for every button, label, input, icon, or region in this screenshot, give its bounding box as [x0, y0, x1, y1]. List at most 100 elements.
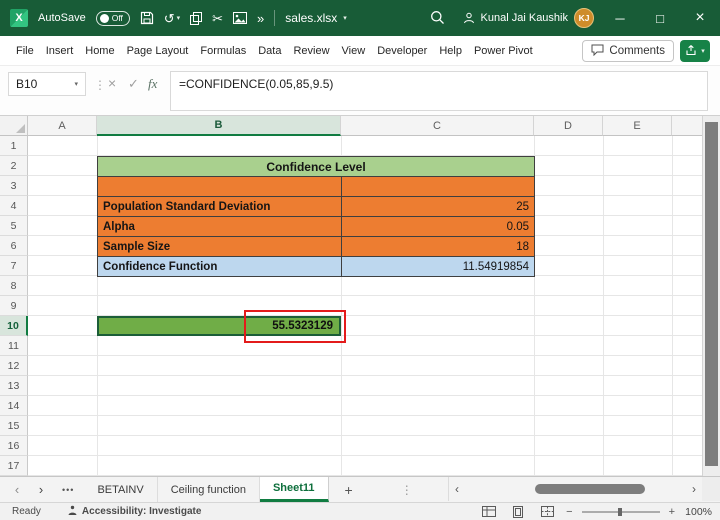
column-header-a[interactable]: A	[28, 116, 97, 136]
horizontal-scrollbar-thumb[interactable]	[535, 484, 645, 494]
ribbon-tab-developer[interactable]: Developer	[377, 45, 427, 57]
more-sheets-icon[interactable]: •••	[62, 485, 74, 495]
row-header-5[interactable]: 5	[0, 216, 28, 236]
column-header-d[interactable]: D	[534, 116, 603, 136]
row-header-1[interactable]: 1	[0, 136, 28, 156]
user-icon	[463, 12, 475, 24]
row-header-11[interactable]: 11	[0, 336, 28, 356]
copy-icon[interactable]	[190, 11, 203, 25]
normal-view-icon[interactable]	[479, 504, 499, 519]
chevron-down-icon: ▾	[701, 47, 705, 55]
name-box-separator[interactable]: ⋮	[94, 78, 106, 92]
sheet-tab-ceiling-function[interactable]: Ceiling function	[158, 477, 260, 502]
ribbon-tab-home[interactable]: Home	[85, 45, 114, 57]
row-value[interactable]: 0.05	[342, 217, 535, 237]
ribbon-tab-view[interactable]: View	[342, 45, 366, 57]
row-label[interactable]: Population Standard Deviation	[98, 197, 342, 217]
autosave-label: AutoSave	[38, 12, 86, 24]
sheet-tab-betainv[interactable]: BETAINV	[84, 477, 158, 502]
ribbon-tab-review[interactable]: Review	[293, 45, 329, 57]
row-header-4[interactable]: 4	[0, 196, 28, 216]
horizontal-scrollbar[interactable]: ‹ ›	[448, 477, 702, 501]
row-label[interactable]: Confidence Function	[98, 257, 342, 277]
ribbon-tab-insert[interactable]: Insert	[46, 45, 74, 57]
row-header-6[interactable]: 6	[0, 236, 28, 256]
search-icon[interactable]	[430, 10, 445, 25]
chevron-down-icon: ▾	[74, 80, 78, 88]
ribbon-tab-bar: File Insert Home Page Layout Formulas Da…	[0, 36, 720, 66]
scroll-left-icon[interactable]: ‹	[449, 482, 465, 496]
add-sheet-icon[interactable]: +	[345, 482, 353, 498]
row-header-10[interactable]: 10	[0, 316, 28, 336]
vertical-scrollbar[interactable]	[702, 116, 720, 476]
tab-scroll-left-icon[interactable]: ‹	[10, 482, 24, 497]
ribbon-tab-file[interactable]: File	[16, 45, 34, 57]
overflow-icon[interactable]: »	[257, 12, 264, 25]
column-header-e[interactable]: E	[603, 116, 672, 136]
row-header-9[interactable]: 9	[0, 296, 28, 316]
row-header-7[interactable]: 7	[0, 256, 28, 276]
share-icon	[685, 44, 697, 59]
row-header-16[interactable]: 16	[0, 436, 28, 456]
formula-input[interactable]: =CONFIDENCE(0.05,85,9.5)	[170, 71, 708, 111]
file-name-menu[interactable]: sales.xlsx ▾	[285, 11, 347, 25]
account-area[interactable]: Kunal Jai Kaushik KJ	[463, 0, 594, 36]
row-header-14[interactable]: 14	[0, 396, 28, 416]
row-header-2[interactable]: 2	[0, 156, 28, 176]
close-button[interactable]: ×	[680, 0, 720, 36]
ribbon-tab-power-pivot[interactable]: Power Pivot	[474, 45, 533, 57]
row-header-13[interactable]: 13	[0, 376, 28, 396]
row-value[interactable]: 18	[342, 237, 535, 257]
column-header-b[interactable]: B	[97, 116, 341, 136]
scroll-right-icon[interactable]: ›	[686, 482, 702, 496]
row-header-15[interactable]: 15	[0, 416, 28, 436]
horizontal-scrollbar-track[interactable]	[465, 484, 686, 494]
enter-icon[interactable]: ✓	[128, 76, 139, 92]
zoom-level[interactable]: 100%	[684, 506, 712, 518]
picture-icon[interactable]	[233, 12, 248, 24]
row-value[interactable]: 25	[342, 197, 535, 217]
empty-cell[interactable]	[98, 177, 342, 197]
autosave-toggle[interactable]: Off	[95, 10, 130, 26]
name-box[interactable]: B10 ▾	[8, 72, 86, 96]
row-header-3[interactable]: 3	[0, 176, 28, 196]
tab-splitter-icon[interactable]: ⋮	[401, 483, 413, 497]
avatar[interactable]: KJ	[574, 8, 594, 28]
autosave-state: Off	[111, 13, 123, 23]
cancel-icon[interactable]: ×	[108, 75, 116, 91]
table-title-cell[interactable]: Confidence Level	[98, 157, 535, 177]
zoom-in-icon[interactable]: +	[669, 506, 675, 518]
zoom-out-icon[interactable]: −	[566, 506, 572, 518]
row-label[interactable]: Alpha	[98, 217, 342, 237]
ribbon-tab-formulas[interactable]: Formulas	[200, 45, 246, 57]
sheet-tab-sheet11[interactable]: Sheet11	[259, 477, 329, 502]
minimize-button[interactable]: ─	[600, 0, 640, 36]
tab-scroll-right-icon[interactable]: ›	[34, 482, 48, 497]
ribbon-tab-page-layout[interactable]: Page Layout	[127, 45, 189, 57]
ribbon-tab-help[interactable]: Help	[439, 45, 462, 57]
comments-button[interactable]: Comments	[582, 40, 674, 62]
save-icon[interactable]	[140, 11, 154, 25]
row-label[interactable]: Sample Size	[98, 237, 342, 257]
row-header-17[interactable]: 17	[0, 456, 28, 476]
table-row: Alpha 0.05	[98, 217, 535, 237]
row-header-12[interactable]: 12	[0, 356, 28, 376]
ribbon-tab-data[interactable]: Data	[258, 45, 281, 57]
zoom-slider[interactable]	[581, 507, 660, 516]
page-layout-view-icon[interactable]	[508, 504, 528, 519]
vertical-scrollbar-thumb[interactable]	[705, 122, 718, 466]
toggle-knob-icon	[99, 13, 109, 23]
row-header-8[interactable]: 8	[0, 276, 28, 296]
accessibility-status[interactable]: Accessibility: Investigate	[67, 505, 201, 519]
row-value[interactable]: 11.54919854	[342, 257, 535, 277]
undo-button[interactable]: ↺ ▾	[164, 12, 180, 25]
insert-function-icon[interactable]: fx	[148, 76, 157, 92]
zoom-slider-knob[interactable]	[617, 507, 622, 516]
maximize-button[interactable]: □	[640, 0, 680, 36]
page-break-view-icon[interactable]	[537, 504, 557, 519]
column-header-c[interactable]: C	[341, 116, 534, 136]
cut-icon[interactable]: ✂	[212, 12, 223, 25]
share-button[interactable]: ▾	[680, 40, 710, 62]
empty-cell[interactable]	[342, 177, 535, 197]
select-all-button[interactable]	[0, 116, 28, 136]
